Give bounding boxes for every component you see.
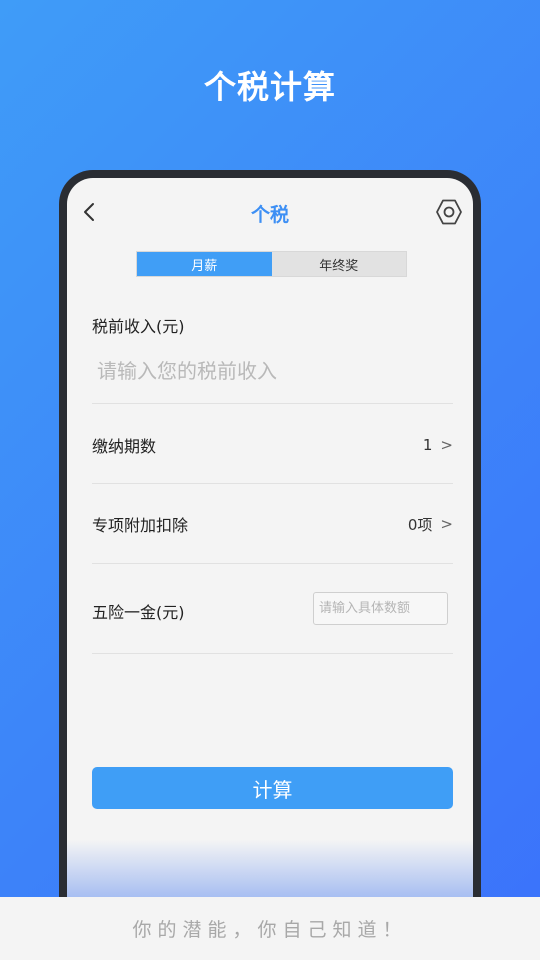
deduction-value-text: 0项 — [407, 515, 433, 534]
divider — [92, 403, 453, 404]
phone-frame: 个税 月薪 年终奖 税前收入(元) 缴纳期数 1 > 专项附加扣除 0项 > — [59, 170, 481, 930]
deduction-value: 0项 > — [408, 514, 453, 535]
divider — [92, 563, 453, 564]
periods-value: 1 > — [423, 436, 453, 454]
chevron-right-icon: > — [440, 515, 453, 533]
tab-year-end-bonus[interactable]: 年终奖 — [271, 252, 406, 276]
insurance-label: 五险一金(元) — [92, 603, 185, 622]
divider — [92, 483, 453, 484]
salary-type-tabs: 月薪 年终奖 — [136, 251, 407, 277]
settings-icon[interactable] — [435, 198, 463, 226]
app-screen: 个税 月薪 年终奖 税前收入(元) 缴纳期数 1 > 专项附加扣除 0项 > — [67, 178, 473, 930]
chevron-left-icon[interactable] — [81, 202, 97, 222]
periods-value-text: 1 — [422, 436, 433, 454]
periods-row[interactable]: 缴纳期数 1 > — [92, 425, 453, 465]
divider — [92, 653, 453, 654]
periods-label: 缴纳期数 — [92, 437, 157, 456]
tab-monthly-salary[interactable]: 月薪 — [137, 252, 272, 276]
chevron-right-icon: > — [440, 436, 453, 454]
income-label: 税前收入(元) — [92, 317, 185, 336]
slogan-text: 你的潜能，你自己知道！ — [132, 919, 408, 941]
footer-bar: 你的潜能，你自己知道！ — [0, 897, 540, 960]
deduction-row[interactable]: 专项附加扣除 0项 > — [92, 504, 453, 544]
insurance-input[interactable] — [313, 592, 448, 625]
income-input[interactable] — [97, 354, 427, 388]
promo-title: 个税计算 — [203, 68, 336, 106]
calculate-button[interactable]: 计算 — [92, 767, 453, 809]
nav-bar: 个税 — [67, 178, 473, 248]
deduction-label: 专项附加扣除 — [92, 516, 189, 535]
page-title: 个税 — [250, 204, 289, 226]
